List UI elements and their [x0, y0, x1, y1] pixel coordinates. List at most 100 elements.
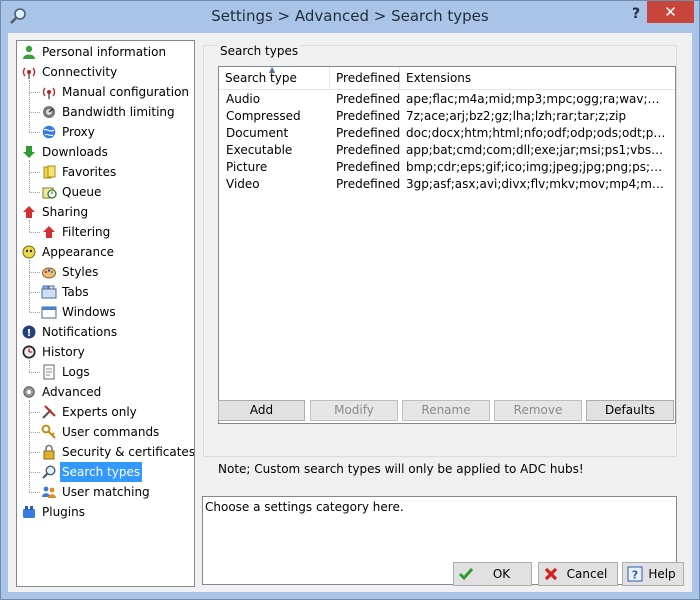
column-header-extensions[interactable]: Extensions — [400, 67, 675, 89]
tree-connector — [29, 132, 40, 133]
settings-category-tree[interactable]: Personal information Connectivity Manual c… — [16, 40, 195, 587]
tree-item-label: Filtering — [62, 225, 111, 239]
tree-connector — [29, 312, 40, 313]
column-header-search-type[interactable]: ▲ Search type — [219, 67, 330, 89]
defaults-button[interactable]: Defaults — [586, 400, 674, 421]
tree-item-label: Advanced — [42, 385, 102, 399]
log-icon — [43, 364, 55, 380]
gear-icon — [23, 386, 35, 398]
tree-connector — [29, 360, 30, 372]
category-description-text: Choose a settings category here. — [205, 500, 404, 514]
tree-item-label: User commands — [62, 425, 160, 439]
predefined-cell: Predefined — [336, 143, 401, 157]
search-type-cell: Video — [226, 177, 260, 191]
tree-item-label: Appearance — [42, 245, 115, 259]
close-button[interactable]: ✕ — [647, 1, 694, 23]
table-row[interactable]: Video Predefined 3gp;asf;asx;avi;divx;flv;… — [219, 176, 675, 193]
lock-icon — [43, 444, 55, 460]
extensions-cell: ape;flac;m4a;mid;mp3;mpc;ogg;ra;wav;wma — [406, 92, 666, 106]
list-header: ▲ Search type Predefined Extensions — [219, 67, 675, 90]
windows-icon — [41, 306, 57, 319]
help-button[interactable]: ? Help — [622, 562, 684, 586]
extensions-cell: bmp;cdr;eps;gif;ico;img;jpeg;jpg;png;ps;… — [406, 160, 666, 174]
tree-item-label: User matching — [62, 485, 150, 499]
extensions-cell: 7z;ace;arj;bz2;gz;lha;lzh;rar;tar;z;zip — [406, 109, 627, 123]
window-title: Settings > Advanced > Search types — [211, 7, 489, 25]
plugin-icon — [23, 506, 35, 518]
tree-item-label: Tabs — [62, 285, 89, 299]
tree-connector — [29, 260, 30, 312]
ok-label: OK — [492, 567, 511, 581]
modify-button[interactable]: Modify — [310, 400, 398, 421]
table-row[interactable]: Audio Predefined ape;flac;m4a;mid;mp3;mpc;… — [219, 91, 675, 108]
favorites-icon — [43, 165, 56, 179]
ok-button[interactable]: OK — [453, 562, 532, 586]
tree-connector — [29, 272, 40, 273]
add-button[interactable]: Add — [218, 400, 305, 421]
antenna-icon — [22, 67, 36, 79]
tree-connector — [29, 192, 40, 193]
search-types-list[interactable]: ▲ Search type Predefined Extensions Audi… — [218, 66, 676, 424]
predefined-cell: Predefined — [336, 109, 401, 123]
tree-connector — [29, 92, 40, 93]
users-icon — [42, 486, 56, 498]
tree-connector — [29, 412, 40, 413]
tree-connector — [29, 232, 40, 233]
globe-icon — [42, 125, 56, 139]
tree-item-label: Proxy — [62, 125, 95, 139]
tree-item-label: Search types — [60, 462, 143, 482]
person-icon — [23, 45, 35, 59]
tree-item-label: Downloads — [42, 145, 108, 159]
palette-icon — [42, 267, 56, 279]
title-bar: Settings > Advanced > Search types ? ✕ — [1, 1, 699, 33]
settings-window: Settings > Advanced > Search types ? ✕ P… — [0, 0, 700, 600]
tree-connector — [29, 220, 30, 232]
cancel-label: Cancel — [566, 567, 608, 581]
tree-connector — [29, 172, 40, 173]
tree-connector — [29, 472, 40, 473]
tree-item-label: Bandwidth limiting — [62, 105, 175, 119]
column-header-predefined[interactable]: Predefined — [330, 67, 400, 89]
queue-icon — [42, 187, 57, 199]
extensions-cell: app;bat;cmd;com;dll;exe;jar;msi;ps1;vbs;… — [406, 143, 666, 157]
tree-connector — [29, 400, 30, 492]
tree-item-label: Notifications — [42, 325, 118, 339]
tree-item-label: Logs — [62, 365, 90, 379]
tree-connector — [29, 452, 40, 453]
tree-connector — [29, 492, 40, 493]
tree-item-label: Personal information — [42, 45, 167, 59]
tree-connector — [29, 160, 30, 192]
key-icon — [41, 424, 56, 439]
tree-item-label: History — [42, 345, 85, 359]
table-row[interactable]: Executable Predefined app;bat;cmd;com;dll;… — [219, 142, 675, 159]
bandwidth-icon — [43, 106, 55, 118]
table-row[interactable]: Document Predefined doc;docx;htm;html;nfo;… — [219, 125, 675, 142]
predefined-cell: Predefined — [336, 160, 401, 174]
predefined-cell: Predefined — [336, 92, 401, 106]
rename-button[interactable]: Rename — [402, 400, 490, 421]
tree-connector — [29, 372, 40, 373]
remove-button[interactable]: Remove — [494, 400, 582, 421]
predefined-cell: Predefined — [336, 177, 401, 191]
table-row[interactable]: Picture Predefined bmp;cdr;eps;gif;ico;img… — [219, 159, 675, 176]
search-type-cell: Picture — [226, 160, 268, 174]
appearance-icon — [22, 245, 36, 259]
tree-item-label: Sharing — [42, 205, 89, 219]
antenna-icon — [42, 87, 56, 99]
tree-connector — [29, 80, 30, 132]
tree-item-label: Manual configuration — [62, 85, 190, 99]
search-type-cell: Audio — [226, 92, 261, 106]
tree-item-label: Connectivity — [42, 65, 118, 79]
extensions-cell: doc;docx;htm;html;nfo;odf;odp;ods;odt;pd… — [406, 126, 666, 140]
cancel-button[interactable]: Cancel — [538, 562, 618, 586]
sort-ascending-icon: ▲ — [269, 66, 276, 74]
search-types-group-title: Search types — [217, 45, 302, 58]
clock-icon — [22, 345, 36, 359]
tree-item-label: Windows — [62, 305, 116, 319]
tabs-icon — [41, 285, 57, 299]
tree-item-label: Queue — [62, 185, 102, 199]
table-row[interactable]: Compressed Predefined 7z;ace;arj;bz2;gz;lh… — [219, 108, 675, 125]
tree-item-label: Favorites — [62, 165, 117, 179]
svg-text:!: ! — [27, 328, 32, 339]
help-title-button[interactable]: ? — [625, 3, 647, 25]
